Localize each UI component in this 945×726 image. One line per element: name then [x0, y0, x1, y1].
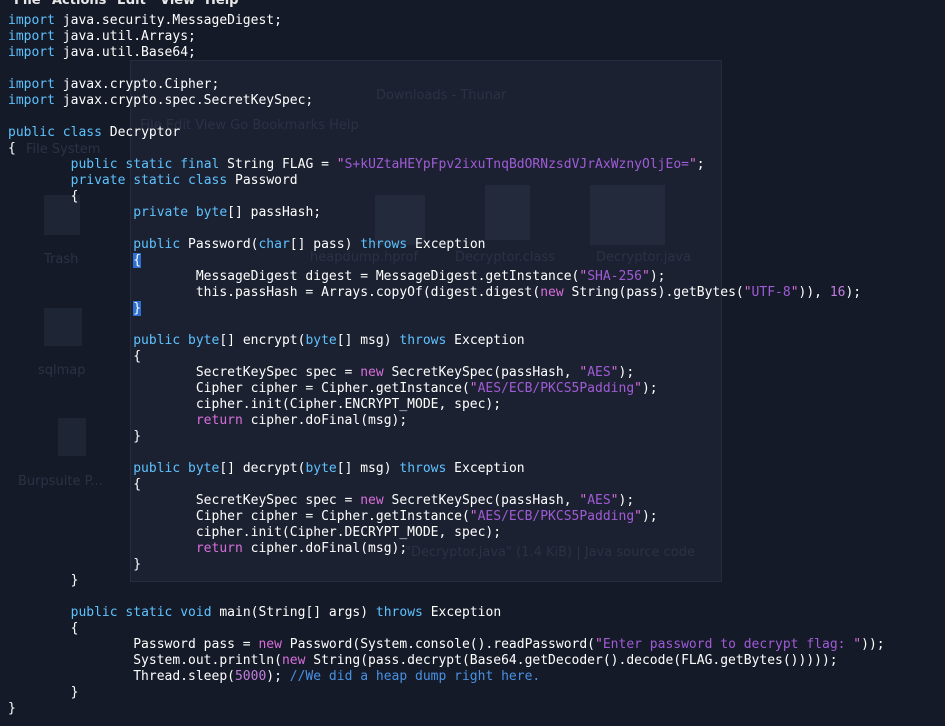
code-line: { — [8, 477, 142, 492]
bracket-match-highlight: } — [133, 301, 142, 316]
menu-file[interactable]: File — [14, 0, 41, 8]
code-line: ​ — [8, 445, 885, 461]
code-line: { — [8, 621, 79, 636]
code-line: private byte[] passHash; — [133, 205, 322, 220]
code-line: } — [8, 701, 16, 716]
code-line: public static final String FLAG = "S+kUZ… — [70, 157, 705, 172]
code-line: MessageDigest digest = MessageDigest.get… — [8, 269, 666, 284]
code-line: Cipher cipher = Cipher.getInstance("AES/… — [8, 381, 658, 396]
code-line: import java.util.Arrays; — [8, 29, 196, 44]
code-line: public byte[] decrypt(byte[] msg) throws… — [133, 461, 525, 476]
code-line: ​ — [8, 109, 885, 125]
menu-actions[interactable]: Actions — [52, 0, 106, 8]
code-line: public Password(char[] pass) throws Exce… — [133, 237, 486, 252]
code-line: { — [8, 141, 16, 156]
code-line: cipher.init(Cipher.ENCRYPT_MODE, spec); — [8, 397, 502, 412]
code-line: } — [8, 557, 142, 572]
bracket-match-highlight: { — [133, 253, 142, 268]
code-line: ​ — [8, 589, 885, 605]
code-line: Cipher cipher = Cipher.getInstance("AES/… — [8, 509, 658, 524]
code-line: } — [8, 301, 885, 317]
code-line: private static class Password — [70, 173, 298, 188]
menu-help[interactable]: Help — [205, 0, 238, 8]
code-line: import java.util.Base64; — [8, 45, 196, 60]
code-line: Thread.sleep(5000); //We did a heap dump… — [8, 669, 541, 684]
code-editor[interactable]: import java.security.MessageDigest; impor… — [8, 13, 885, 717]
menu-edit[interactable]: Edit — [117, 0, 146, 8]
code-line: import java.security.MessageDigest; — [8, 13, 282, 28]
code-line: System.out.println(new String(pass.decry… — [8, 653, 838, 668]
code-line: public byte[] encrypt(byte[] msg) throws… — [133, 333, 525, 348]
code-line: { — [8, 189, 79, 204]
code-line: ​ — [8, 221, 885, 237]
code-line: SecretKeySpec spec = new SecretKeySpec(p… — [8, 493, 635, 508]
code-line: return cipher.doFinal(msg); — [195, 413, 408, 428]
menu-view[interactable]: View — [160, 0, 195, 8]
code-line: import javax.crypto.spec.SecretKeySpec; — [8, 93, 314, 108]
code-line: Password pass = new Password(System.cons… — [8, 637, 885, 652]
code-line: SecretKeySpec spec = new SecretKeySpec(p… — [8, 365, 635, 380]
code-line: public class Decryptor — [8, 125, 181, 140]
code-line: } — [8, 685, 79, 700]
code-line: this.passHash = Arrays.copyOf(digest.dig… — [8, 285, 862, 300]
code-line: cipher.init(Cipher.DECRYPT_MODE, spec); — [8, 525, 502, 540]
code-line: import javax.crypto.Cipher; — [8, 77, 220, 92]
code-line: } — [8, 429, 142, 444]
code-line: { — [8, 253, 885, 269]
code-line: ​ — [8, 61, 885, 77]
terminal-menubar: File Actions Edit View Help — [0, 0, 945, 8]
code-line: ​ — [8, 317, 885, 333]
code-line: public static void main(String[] args) t… — [70, 605, 502, 620]
code-line: { — [8, 349, 142, 364]
code-line: } — [8, 573, 79, 588]
code-line: return cipher.doFinal(msg); — [195, 541, 408, 556]
